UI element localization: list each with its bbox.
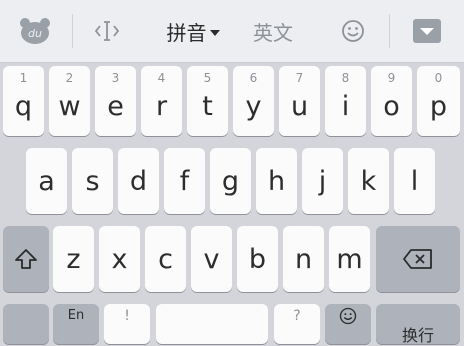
return-label: 换行 [401, 326, 434, 345]
key-hint: 0 [434, 71, 443, 85]
key-letter: x [111, 244, 128, 275]
key-p[interactable]: 0p [417, 66, 460, 136]
backspace-icon [403, 249, 432, 269]
key-letter: i [341, 91, 350, 122]
smiley-icon [339, 307, 357, 325]
return-key[interactable]: 换行 [376, 304, 460, 345]
key-letter: q [14, 91, 33, 122]
collapse-keyboard-button[interactable] [410, 0, 444, 62]
key-u[interactable]: 7u [279, 66, 320, 136]
key-q[interactable]: 1q [3, 66, 44, 136]
key-hint: 1 [19, 71, 28, 85]
caret-down-icon [209, 29, 220, 36]
key-letter: z [66, 244, 81, 275]
key-letter: e [107, 91, 124, 122]
key-y[interactable]: 6y [233, 66, 274, 136]
key-letter: b [248, 244, 267, 275]
du-logo-icon[interactable]: du [10, 0, 60, 62]
question-key[interactable]: ? [274, 304, 320, 344]
key-hint: 2 [65, 71, 74, 85]
key-f[interactable]: f [164, 148, 205, 214]
key-i[interactable]: 8i [325, 66, 366, 136]
pinyin-mode-button[interactable]: 拼音 [158, 0, 228, 62]
key-letter: o [383, 91, 400, 122]
key-letter: w [58, 91, 81, 122]
key-letter: c [158, 244, 173, 275]
exclaim-key[interactable]: ! [104, 304, 150, 344]
key-k[interactable]: k [348, 148, 389, 214]
key-hint: 9 [387, 71, 396, 85]
smiley-icon[interactable] [334, 0, 372, 62]
key-w[interactable]: 2w [49, 66, 90, 136]
key-letter: g [221, 166, 240, 197]
candidate-toolbar: du 拼音 英文 [0, 0, 464, 63]
key-j[interactable]: j [302, 148, 343, 214]
en-label: En [67, 308, 85, 323]
en-switch-key[interactable]: En [53, 304, 99, 344]
key-x[interactable]: x [99, 226, 140, 292]
key-letter: p [429, 91, 448, 122]
key-letter: j [318, 166, 327, 197]
question-label: ? [293, 308, 301, 324]
key-g[interactable]: g [210, 148, 251, 214]
key-letter: a [38, 166, 55, 197]
key-b[interactable]: b [237, 226, 278, 292]
backspace-key[interactable] [376, 226, 460, 292]
numbers-key[interactable] [3, 304, 49, 344]
key-hint: 5 [203, 71, 212, 85]
key-h[interactable]: h [256, 148, 297, 214]
shift-icon [15, 249, 37, 269]
key-l[interactable]: l [394, 148, 435, 214]
key-z[interactable]: z [53, 226, 94, 292]
key-m[interactable]: m [329, 226, 370, 292]
key-hint: 6 [249, 71, 258, 85]
toolbar-divider [72, 14, 73, 48]
key-hint: 3 [111, 71, 120, 85]
emoji-key[interactable] [325, 304, 371, 344]
key-letter: r [155, 91, 168, 122]
english-label: 英文 [253, 20, 293, 45]
key-letter: f [179, 166, 190, 197]
text-cursor-icon[interactable] [85, 0, 129, 62]
key-t[interactable]: 5t [187, 66, 228, 136]
exclaim-label: ! [124, 308, 130, 324]
key-e[interactable]: 3e [95, 66, 136, 136]
key-hint: 7 [295, 71, 304, 85]
space-key[interactable] [156, 304, 268, 344]
key-r[interactable]: 4r [141, 66, 182, 136]
key-letter: y [245, 91, 262, 122]
key-letter: h [267, 166, 286, 197]
key-v[interactable]: v [191, 226, 232, 292]
shift-key[interactable] [3, 226, 49, 292]
key-d[interactable]: d [118, 148, 159, 214]
key-hint: 8 [341, 71, 350, 85]
key-letter: k [360, 166, 377, 197]
key-a[interactable]: a [26, 148, 67, 214]
keyboard: 1q 2w 3e 4r 5t 6y 7u 8i 9o 0p a s d f g … [0, 63, 464, 345]
key-o[interactable]: 9o [371, 66, 412, 136]
key-c[interactable]: c [145, 226, 186, 292]
svg-text:du: du [28, 27, 42, 40]
key-letter: m [336, 244, 363, 275]
key-letter: l [410, 166, 419, 197]
key-letter: d [129, 166, 148, 197]
collapse-down-icon [413, 19, 441, 43]
key-hint: 4 [157, 71, 166, 85]
key-n[interactable]: n [283, 226, 324, 292]
english-mode-button[interactable]: 英文 [246, 0, 300, 62]
toolbar-divider [389, 14, 390, 48]
key-letter: u [290, 91, 309, 122]
key-letter: s [85, 166, 100, 197]
key-letter: t [202, 91, 213, 122]
key-letter: n [294, 244, 313, 275]
key-letter: v [203, 244, 220, 275]
pinyin-label: 拼音 [166, 20, 207, 45]
key-s[interactable]: s [72, 148, 113, 214]
